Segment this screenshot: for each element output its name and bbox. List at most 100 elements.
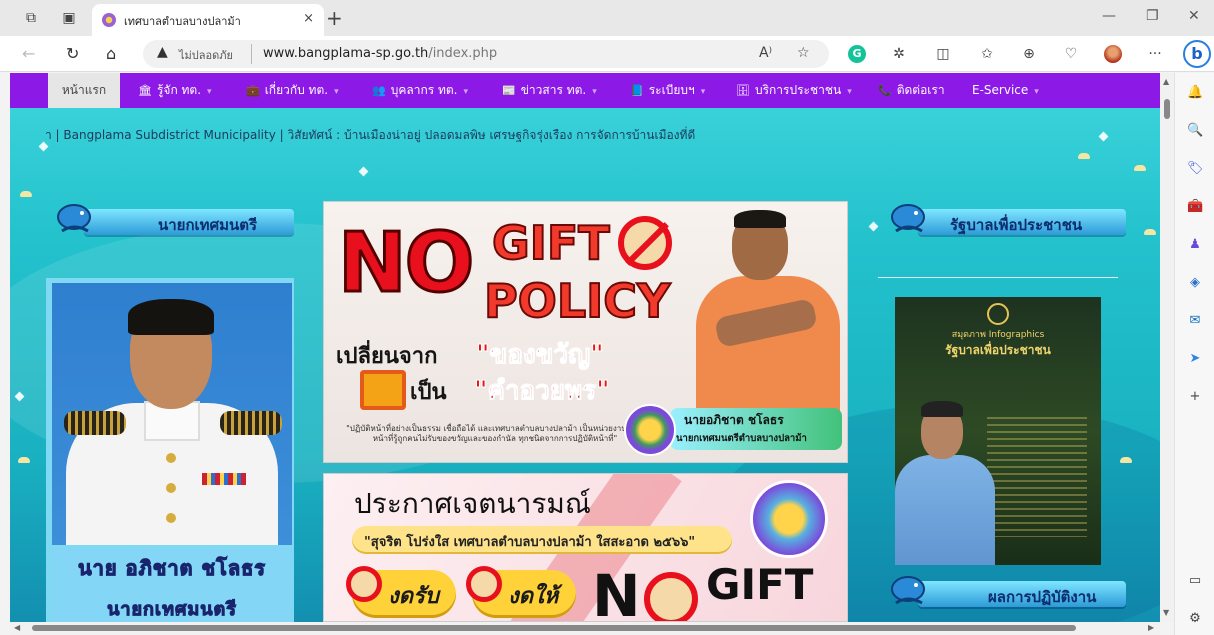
favorites-icon[interactable]: ✩ bbox=[978, 45, 996, 63]
photo-hair bbox=[921, 401, 963, 417]
menu-label: ระเบียบฯ bbox=[648, 83, 695, 97]
menu-about[interactable]: 💼 เกี่ยวกับ ทต. ▾ bbox=[246, 73, 339, 108]
section-divider bbox=[878, 277, 1118, 278]
menu-e-service[interactable]: E-Service ▾ bbox=[972, 73, 1039, 108]
url-path: /index.php bbox=[428, 46, 498, 61]
photo-button bbox=[166, 453, 176, 463]
web-page: หน้าแรก 🏛 รู้จัก ทต. ▾ 💼 เกี่ยวกับ ทต. ▾ 👥 บุ… bbox=[10, 73, 1160, 622]
sparkle-decoration bbox=[868, 221, 879, 232]
favorite-star-icon[interactable]: ☆ bbox=[797, 45, 810, 61]
database-icon: 🗄 bbox=[736, 84, 750, 97]
mayor-name-block: นาย อภิชาต ชโลธร นายกเทศมนตรี bbox=[52, 548, 292, 622]
notification-bell-icon[interactable]: 🔔 bbox=[1187, 85, 1203, 101]
banner-mayor-title: นายกเทศมนตรีตำบลบางปลาม้า bbox=[676, 433, 807, 444]
read-aloud-icon[interactable]: A⁾ bbox=[759, 45, 772, 61]
shopping-tag-icon[interactable]: 🏷 bbox=[1187, 161, 1204, 177]
photo-ribbons bbox=[202, 473, 246, 485]
url-text[interactable]: www.bangplama-sp.go.th/index.php bbox=[263, 46, 497, 61]
outlook-icon[interactable]: ✉ bbox=[1187, 313, 1203, 329]
back-icon[interactable]: ← bbox=[22, 44, 35, 63]
bing-copilot-icon[interactable]: b bbox=[1183, 40, 1211, 68]
workspaces-icon[interactable]: ⧉ bbox=[22, 9, 40, 27]
banner-name-pill: นายอภิชาต ชโลธร นายกเทศมนตรีตำบลบางปลาม้… bbox=[670, 408, 842, 450]
warning-icon[interactable]: ▲ bbox=[157, 44, 168, 60]
collections-icon[interactable]: ⊕ bbox=[1020, 45, 1038, 63]
extensions-icon[interactable]: ✲ bbox=[890, 45, 908, 63]
not-secure-label[interactable]: ไม่ปลอดภัย bbox=[179, 46, 233, 64]
government-infographic[interactable]: สมุดภาพ Infographics รัฐบาลเพื่อประชาชน bbox=[895, 297, 1101, 565]
caret-down-icon: ▾ bbox=[334, 87, 339, 97]
browser-tab-active[interactable]: เทศบาลตำบลบางปลาม้า × bbox=[92, 4, 324, 36]
photo-suit bbox=[895, 455, 995, 565]
photo-epaulette bbox=[220, 411, 282, 435]
no-gift-sign-icon bbox=[644, 572, 698, 621]
close-tab-icon[interactable]: × bbox=[303, 11, 314, 26]
section-title: นายกเทศมนตรี bbox=[158, 216, 258, 234]
microsoft365-icon[interactable]: ◈ bbox=[1187, 275, 1203, 291]
close-window-button[interactable]: ✕ bbox=[1188, 8, 1200, 24]
scroll-left-icon[interactable]: ◀ bbox=[14, 623, 20, 632]
profile-avatar[interactable] bbox=[1104, 45, 1122, 63]
horizontal-scrollbar[interactable]: ◀ ▶ bbox=[10, 622, 1160, 635]
new-tab-button[interactable]: + bbox=[326, 6, 343, 30]
government-section-header: รัฐบาลเพื่อประชาชน bbox=[888, 201, 1128, 241]
scroll-right-icon[interactable]: ▶ bbox=[1148, 623, 1154, 632]
mayor-photo[interactable] bbox=[52, 283, 292, 545]
gift-box-icon bbox=[360, 370, 406, 410]
restore-button[interactable]: ❐ bbox=[1146, 8, 1159, 24]
declaration-title: ประกาศเจตนารมณ์ bbox=[354, 487, 591, 520]
mayor-section-header: นายกเทศมนตรี bbox=[54, 201, 294, 241]
lotus-decoration bbox=[1134, 165, 1146, 171]
scroll-down-icon[interactable]: ▼ bbox=[1163, 608, 1169, 617]
vertical-scrollbar[interactable]: ▲ ▼ bbox=[1160, 73, 1174, 622]
hide-sidebar-icon[interactable]: ▭ bbox=[1187, 573, 1203, 589]
menu-label: ติดต่อเรา bbox=[896, 83, 945, 97]
sidebar-settings-icon[interactable]: ⚙ bbox=[1187, 611, 1203, 627]
minimize-button[interactable]: — bbox=[1102, 8, 1116, 24]
tab-actions-icon[interactable]: ▣ bbox=[60, 9, 78, 27]
integrity-declaration-banner[interactable]: ประกาศเจตนารมณ์ "สุจริต โปร่งใส เทศบาลตำ… bbox=[323, 473, 848, 622]
tab-title: เทศบาลตำบลบางปลาม้า bbox=[124, 15, 241, 28]
menu-regulations[interactable]: 📘 ระเบียบฯ ▾ bbox=[630, 73, 705, 108]
banner-pledge-text: "ปฏิบัติหน้าที่อย่างเป็นธรรม เชื่อถือได้… bbox=[346, 424, 644, 443]
declaration-subtitle: "สุจริต โปร่งใส เทศบาลตำบลบางปลาม้า ใสสะ… bbox=[364, 535, 696, 550]
url-divider bbox=[251, 44, 252, 64]
caret-down-icon: ▾ bbox=[700, 87, 706, 97]
infographic-body-text bbox=[987, 417, 1087, 537]
add-sidebar-app-icon[interactable]: + bbox=[1187, 389, 1203, 405]
home-icon[interactable]: ⌂ bbox=[106, 44, 116, 63]
menu-personnel[interactable]: 👥 บุคลากร ทต. ▾ bbox=[372, 73, 468, 108]
municipality-seal-icon bbox=[750, 480, 828, 558]
banner2-n-letter: N bbox=[592, 562, 641, 622]
menu-public-services[interactable]: 🗄 บริการประชาชน ▾ bbox=[736, 73, 852, 108]
fish-icon bbox=[57, 204, 91, 233]
vertical-scroll-thumb[interactable] bbox=[1164, 99, 1170, 119]
tools-icon[interactable]: 🧰 bbox=[1187, 199, 1203, 215]
more-options-icon[interactable]: ··· bbox=[1146, 45, 1164, 63]
performance-icon[interactable]: ♡ bbox=[1062, 45, 1080, 63]
news-marquee[interactable]: า | Bangplama Subdistrict Municipality |… bbox=[45, 126, 695, 145]
declaration-subtitle-pill: "สุจริต โปร่งใส เทศบาลตำบลบางปลาม้า ใสสะ… bbox=[352, 526, 732, 554]
menu-label: E-Service bbox=[972, 83, 1029, 97]
address-bar[interactable]: ▲ ไม่ปลอดภัย www.bangplama-sp.go.th/inde… bbox=[143, 40, 829, 68]
municipality-seal-icon bbox=[624, 404, 676, 456]
horizontal-scroll-thumb[interactable] bbox=[32, 625, 1076, 631]
search-icon[interactable]: 🔍 bbox=[1187, 123, 1203, 139]
send-icon[interactable]: ➤ bbox=[1187, 351, 1203, 367]
no-gift-policy-banner[interactable]: NO GIFT POLICY เปลี่ยนจาก "ของขวัญ" เป็น… bbox=[323, 201, 848, 463]
menu-home[interactable]: หน้าแรก bbox=[48, 73, 120, 108]
section-title: ผลการปฏิบัติงาน bbox=[988, 588, 1097, 606]
games-icon[interactable]: ♟ bbox=[1187, 237, 1203, 253]
site-main-menu: หน้าแรก 🏛 รู้จัก ทต. ▾ 💼 เกี่ยวกับ ทต. ▾ 👥 บุ… bbox=[10, 73, 1160, 108]
photo-button bbox=[166, 513, 176, 523]
grammarly-icon[interactable]: G bbox=[848, 45, 866, 63]
edge-sidebar: 🔔 🔍 🏷 🧰 ♟ ◈ ✉ ➤ + ▭ ⚙ bbox=[1174, 73, 1214, 635]
split-screen-icon[interactable]: ◫ bbox=[934, 45, 952, 63]
menu-news[interactable]: 📰 ข่าวสาร ทต. ▾ bbox=[502, 73, 597, 108]
menu-contact[interactable]: 📞 ติดต่อเรา bbox=[878, 73, 945, 108]
menu-about-municipality[interactable]: 🏛 รู้จัก ทต. ▾ bbox=[138, 73, 212, 108]
refresh-icon[interactable]: ↻ bbox=[66, 44, 79, 63]
scroll-up-icon[interactable]: ▲ bbox=[1163, 77, 1169, 86]
no-gift-sign-icon bbox=[618, 216, 672, 270]
caret-down-icon: ▾ bbox=[463, 87, 469, 97]
